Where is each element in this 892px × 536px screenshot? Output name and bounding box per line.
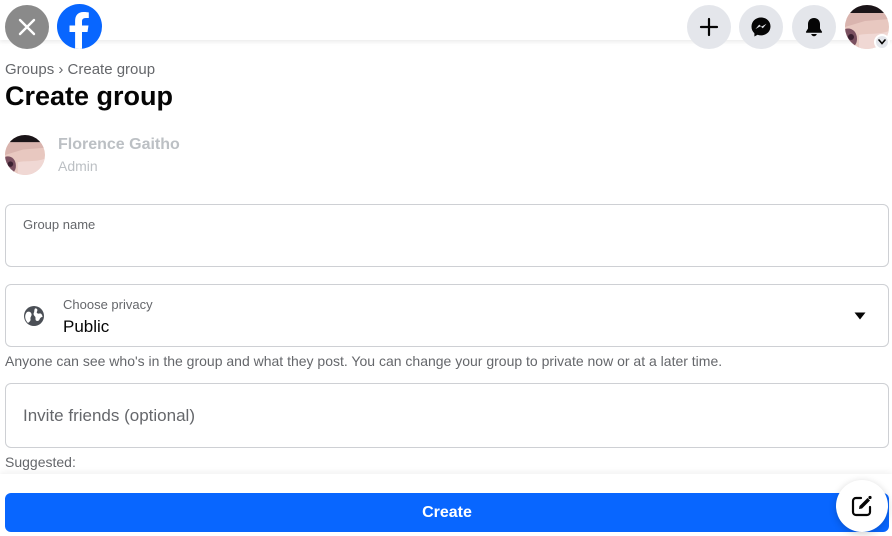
privacy-help-text: Anyone can see who's in the group and wh… [5,353,723,369]
privacy-select[interactable]: Choose privacy Public [5,284,889,347]
admin-role: Admin [58,158,98,174]
admin-info: Florence Gaitho Admin [5,135,180,175]
create-button[interactable]: Create [5,493,889,532]
account-menu-chevron[interactable] [874,34,890,50]
group-name-field[interactable]: Group name [5,204,889,267]
globe-icon [24,306,44,326]
messenger-icon [751,17,771,37]
invite-friends-input[interactable] [23,404,863,428]
page-title: Create group [5,81,174,111]
privacy-label: Choose privacy [63,297,153,312]
breadcrumb: Groups › Create group [5,61,156,78]
chevron-down-icon [878,39,886,45]
create-menu-button[interactable] [687,5,731,49]
bell-icon [805,18,823,37]
invite-friends-field[interactable] [5,383,889,448]
group-name-label: Group name [23,217,96,232]
close-button[interactable] [5,5,49,49]
plus-icon [699,17,719,37]
messenger-button[interactable] [739,5,783,49]
new-message-button[interactable] [836,480,888,532]
avatar [5,135,45,175]
close-icon [18,18,36,36]
suggested-label: Suggested: [5,454,76,470]
facebook-logo[interactable] [57,4,102,49]
admin-avatar [5,135,45,175]
notifications-button[interactable] [792,5,836,49]
caret-down-icon [854,312,866,320]
group-name-input[interactable] [23,235,863,257]
facebook-f-icon [69,12,89,49]
admin-name: Florence Gaitho [58,136,180,153]
privacy-value: Public [63,317,110,336]
compose-icon [851,495,872,517]
